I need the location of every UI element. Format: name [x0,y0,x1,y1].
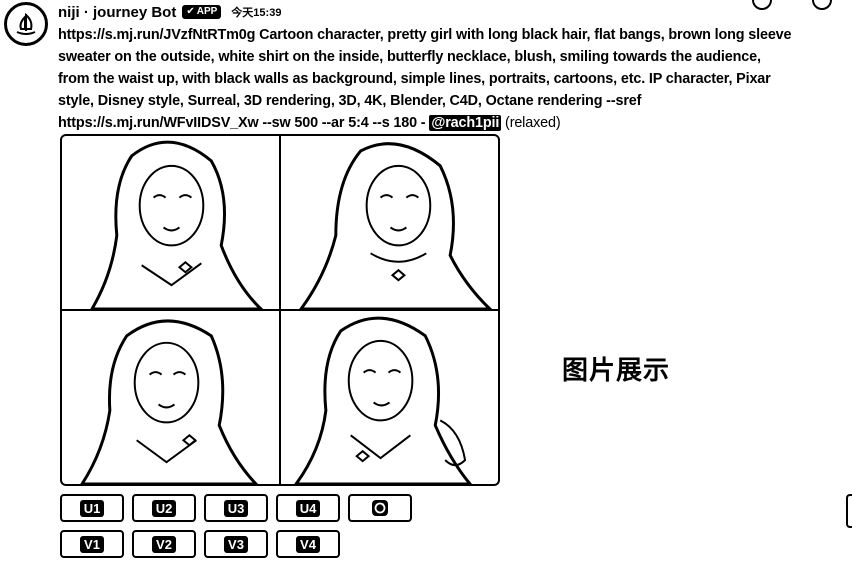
upscale-buttons: U1 U2 U3 U4 [60,494,412,522]
upscale-button-1[interactable]: U1 [60,494,124,522]
mode-label: (relaxed) [505,115,561,131]
button-label: V4 [296,535,320,553]
grid-image-2[interactable] [281,136,498,309]
button-label: U3 [223,499,249,517]
portrait-image [294,316,472,484]
user-mention[interactable]: @rach1pii [429,115,502,131]
prompt-body: https://s.mj.run/JVzfNtRTm0g Cartoon cha… [58,27,792,131]
scrollbar-edge[interactable] [846,494,852,528]
button-label: U4 [295,499,321,517]
reaction-icon[interactable] [752,0,772,10]
image-grid[interactable] [60,134,500,486]
reroll-button[interactable] [348,494,412,522]
grid-image-1[interactable] [62,136,279,309]
button-label: V1 [80,535,104,553]
variation-button-3[interactable]: V3 [204,530,268,558]
refresh-icon [372,500,388,516]
showcase-label: 图片展示 [562,355,671,385]
button-label: V3 [224,535,248,553]
prompt-text: https://s.mj.run/JVzfNtRTm0g Cartoon cha… [58,24,793,134]
variation-button-4[interactable]: V4 [276,530,340,558]
button-label: U2 [151,499,177,517]
portrait-image [90,140,264,309]
grid-image-4[interactable] [281,311,498,484]
check-icon: ✔ [186,6,195,17]
upscale-button-3[interactable]: U3 [204,494,268,522]
variation-buttons: V1 V2 V3 V4 [60,530,340,558]
avatar[interactable] [4,2,48,46]
button-label: V2 [152,535,176,553]
username[interactable]: niji · journey Bot [58,4,176,21]
upscale-button-2[interactable]: U2 [132,494,196,522]
app-badge-label: APP [196,6,218,17]
variation-button-1[interactable]: V1 [60,530,124,558]
timestamp: 今天15:39 [231,7,282,19]
grid-image-3[interactable] [62,311,279,484]
message-actions [752,0,832,10]
more-icon[interactable] [812,0,832,10]
portrait-image [299,142,493,309]
upscale-button-4[interactable]: U4 [276,494,340,522]
portrait-image [80,319,259,484]
message-header: niji · journey Bot ✔ APP 今天15:39 [58,3,281,21]
app-badge: ✔ APP [182,5,222,19]
variation-button-2[interactable]: V2 [132,530,196,558]
button-label: U1 [79,499,105,517]
sailboat-icon [16,12,36,35]
